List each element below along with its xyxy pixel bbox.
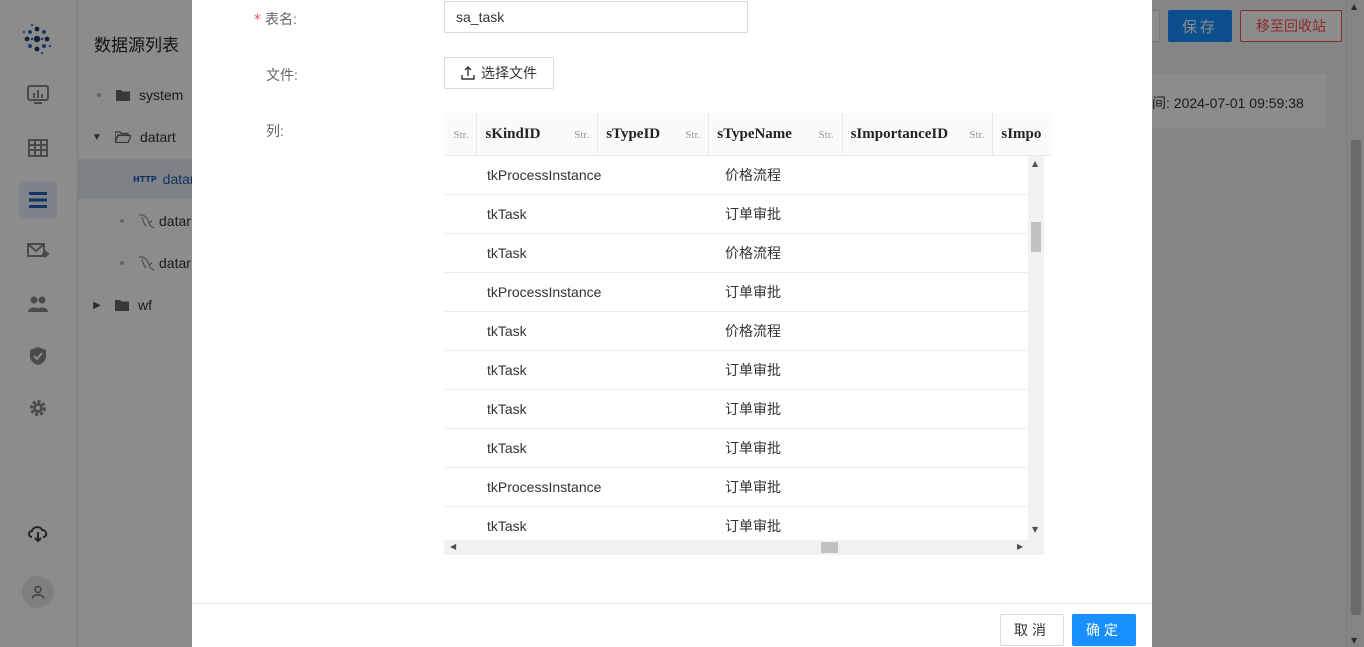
cell-skindid: tkProcessInstance <box>487 284 602 300</box>
table-row: tkTask 订单审批 <box>444 195 1028 234</box>
required-star-icon: * <box>254 12 261 28</box>
cell-skindid: tkTask <box>487 206 527 222</box>
cell-stypename: 订单审批 <box>725 401 781 417</box>
table-row: tkTask 订单审批 <box>444 429 1028 468</box>
cell-stypename: 订单审批 <box>725 479 781 495</box>
column-type-label[interactable]: Str. <box>969 129 984 141</box>
scroll-up-icon[interactable]: ▲ <box>1032 159 1038 168</box>
table-name-input[interactable] <box>444 1 748 33</box>
cell-skindid: tkTask <box>487 440 527 456</box>
grid-vertical-scroll-thumb[interactable] <box>1031 222 1041 252</box>
column-header[interactable]: sImportanceID Str. <box>843 113 994 156</box>
cell-skindid: tkTask <box>487 518 527 534</box>
scroll-right-icon[interactable]: ▶ <box>1017 542 1023 551</box>
column-header-label: sImpo <box>1001 126 1042 142</box>
table-row: tkProcessInstance 订单审批 <box>444 468 1028 507</box>
column-header[interactable]: Str. <box>444 113 478 156</box>
cell-stypename: 订单审批 <box>725 206 781 222</box>
upload-table-modal: *表名: 文件: 选择文件 列: Str. sKindID Str. sType… <box>192 0 1152 647</box>
select-file-button[interactable]: 选择文件 <box>444 57 554 89</box>
table-row: tkTask 价格流程 <box>444 234 1028 273</box>
cell-stypename: 价格流程 <box>725 167 781 183</box>
cell-skindid: tkTask <box>487 401 527 417</box>
grid-body: tkProcessInstance 价格流程 tkTask 订单审批 tkTask 价格流… <box>444 156 1028 540</box>
table-row: tkProcessInstance 订单审批 <box>444 273 1028 312</box>
table-row: tkTask 订单审批 <box>444 507 1028 540</box>
cell-stypename: 订单审批 <box>725 440 781 456</box>
column-header[interactable]: sTypeID Str. <box>598 113 710 156</box>
grid-horizontal-scrollbar[interactable]: ◀ ▶ <box>444 540 1044 555</box>
cancel-button[interactable]: 取消 <box>1000 614 1064 646</box>
column-type-label[interactable]: Str. <box>685 129 700 141</box>
cell-stypename: 订单审批 <box>725 518 781 534</box>
column-type-label[interactable]: Str. <box>454 129 469 141</box>
cell-skindid: tkProcessInstance <box>487 479 602 495</box>
table-row: tkTask 订单审批 <box>444 351 1028 390</box>
grid-horizontal-scroll-thumb[interactable] <box>821 542 838 553</box>
table-name-label: * 表名: <box>254 11 297 28</box>
column-header-label: sImportanceID <box>850 126 949 142</box>
table-row: tkTask 价格流程 <box>444 312 1028 351</box>
cell-skindid: tkProcessInstance <box>487 167 602 183</box>
table-row: tkProcessInstance 价格流程 <box>444 156 1028 195</box>
cell-stypename: 订单审批 <box>725 362 781 378</box>
cell-skindid: tkTask <box>487 245 527 261</box>
column-header-label: sTypeName <box>717 126 792 142</box>
column-header[interactable]: sKindID Str. <box>477 113 599 156</box>
column-header[interactable]: sImpo <box>993 113 1052 156</box>
cell-stypename: 价格流程 <box>725 323 781 339</box>
column-header-label: sTypeID <box>606 126 661 142</box>
upload-icon <box>461 66 475 80</box>
scroll-left-icon[interactable]: ◀ <box>450 542 456 551</box>
table-row: tkTask 订单审批 <box>444 390 1028 429</box>
column-header[interactable]: sTypeName Str. <box>709 113 843 156</box>
column-type-label[interactable]: Str. <box>819 129 834 141</box>
cell-stypename: 订单审批 <box>725 284 781 300</box>
column-header-label: sKindID <box>485 126 541 142</box>
file-label: 文件: <box>266 67 298 83</box>
cell-stypename: 价格流程 <box>725 245 781 261</box>
columns-label: 列: <box>266 123 284 139</box>
column-type-label[interactable]: Str. <box>574 129 589 141</box>
confirm-button[interactable]: 确定 <box>1072 614 1136 646</box>
scroll-down-icon[interactable]: ▼ <box>1032 525 1038 534</box>
grid-header: Str. sKindID Str. sTypeID Str. sTypeName… <box>444 113 1052 156</box>
cell-skindid: tkTask <box>487 323 527 339</box>
select-file-label: 选择文件 <box>481 65 537 81</box>
cell-skindid: tkTask <box>487 362 527 378</box>
columns-preview-grid: Str. sKindID Str. sTypeID Str. sTypeName… <box>444 113 1052 555</box>
grid-vertical-scrollbar[interactable]: ▲ ▼ <box>1028 156 1044 540</box>
